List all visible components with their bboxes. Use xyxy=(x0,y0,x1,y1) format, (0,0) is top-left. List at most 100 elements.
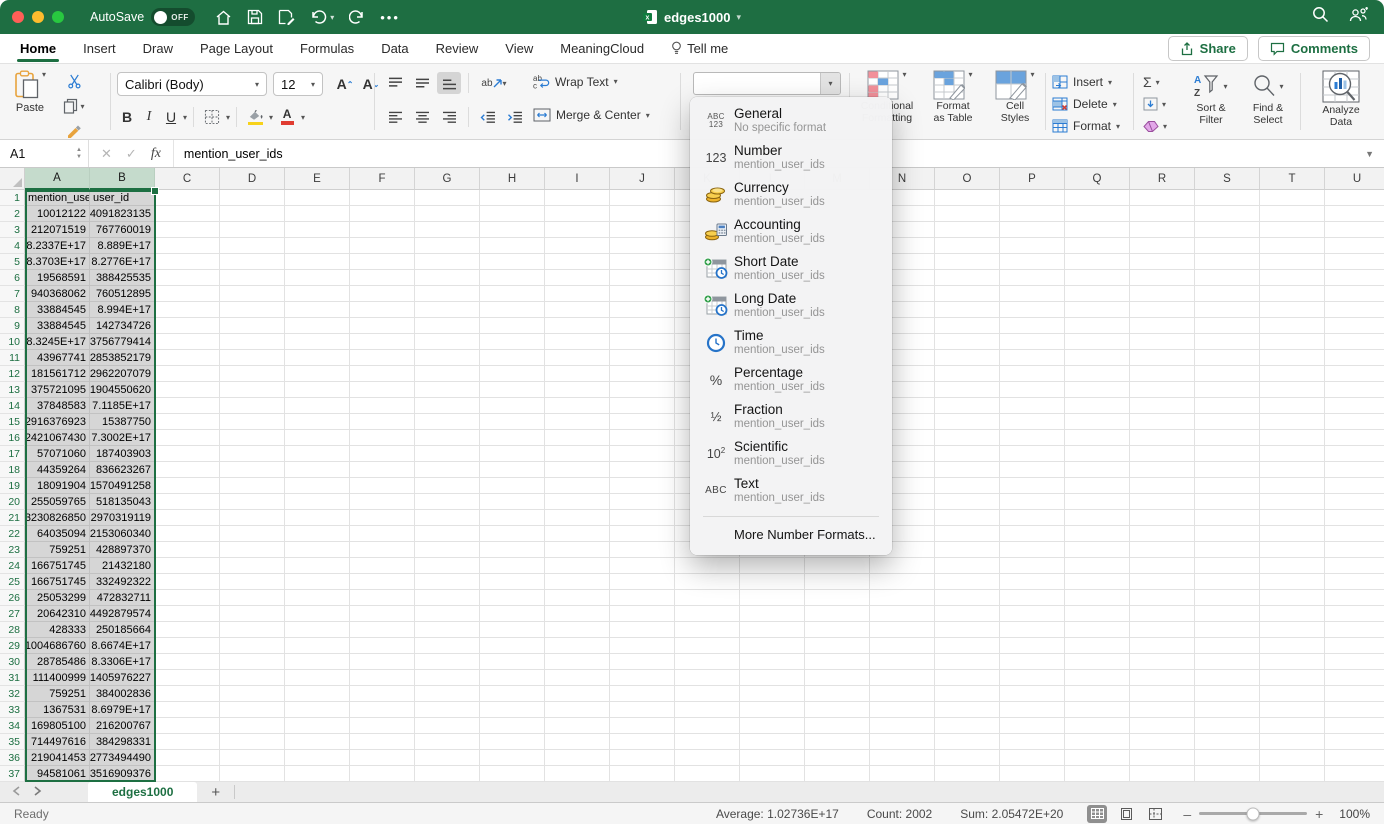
cell-C20[interactable] xyxy=(155,494,220,510)
cell-D37[interactable] xyxy=(220,766,285,782)
cell-K35[interactable] xyxy=(675,734,740,750)
cell-I19[interactable] xyxy=(545,478,610,494)
cell-G6[interactable] xyxy=(415,270,480,286)
cell-B22[interactable]: 2153060340 xyxy=(90,526,155,542)
cell-L30[interactable] xyxy=(740,654,805,670)
tab-page-layout[interactable]: Page Layout xyxy=(200,35,273,62)
cell-R31[interactable] xyxy=(1130,670,1195,686)
cell-K26[interactable] xyxy=(675,590,740,606)
cell-A17[interactable]: 57071060 xyxy=(25,446,90,462)
cell-O35[interactable] xyxy=(935,734,1000,750)
insert-chevron-icon[interactable]: ▾ xyxy=(1108,78,1112,87)
cell-F18[interactable] xyxy=(350,462,415,478)
cell-F6[interactable] xyxy=(350,270,415,286)
cell-D11[interactable] xyxy=(220,350,285,366)
cell-I21[interactable] xyxy=(545,510,610,526)
cell-O4[interactable] xyxy=(935,238,1000,254)
cell-S23[interactable] xyxy=(1195,542,1260,558)
cell-L36[interactable] xyxy=(740,750,805,766)
cell-O12[interactable] xyxy=(935,366,1000,382)
column-header-J[interactable]: J xyxy=(610,168,675,190)
row-header-18[interactable]: 18 xyxy=(0,462,25,478)
cell-E13[interactable] xyxy=(285,382,350,398)
cell-I13[interactable] xyxy=(545,382,610,398)
cell-G21[interactable] xyxy=(415,510,480,526)
cell-D8[interactable] xyxy=(220,302,285,318)
minimize-window-button[interactable] xyxy=(32,11,44,23)
cell-R28[interactable] xyxy=(1130,622,1195,638)
cell-B2[interactable]: 4091823135 xyxy=(90,206,155,222)
cell-U26[interactable] xyxy=(1325,590,1384,606)
cell-D36[interactable] xyxy=(220,750,285,766)
cell-F31[interactable] xyxy=(350,670,415,686)
cell-P25[interactable] xyxy=(1000,574,1065,590)
cell-Q31[interactable] xyxy=(1065,670,1130,686)
cell-B14[interactable]: 7.1185E+17 xyxy=(90,398,155,414)
cell-U28[interactable] xyxy=(1325,622,1384,638)
cell-T14[interactable] xyxy=(1260,398,1325,414)
cell-A13[interactable]: 375721095 xyxy=(25,382,90,398)
cell-F30[interactable] xyxy=(350,654,415,670)
cell-H31[interactable] xyxy=(480,670,545,686)
cell-Q6[interactable] xyxy=(1065,270,1130,286)
row-header-25[interactable]: 25 xyxy=(0,574,25,590)
cell-O11[interactable] xyxy=(935,350,1000,366)
borders-chevron-icon[interactable]: ▾ xyxy=(226,113,230,122)
cell-C14[interactable] xyxy=(155,398,220,414)
cell-I25[interactable] xyxy=(545,574,610,590)
cell-Q35[interactable] xyxy=(1065,734,1130,750)
align-middle-button[interactable] xyxy=(410,72,434,94)
cell-A24[interactable]: 166751745 xyxy=(25,558,90,574)
align-top-button[interactable] xyxy=(383,72,407,94)
row-header-7[interactable]: 7 xyxy=(0,286,25,302)
cell-A7[interactable]: 940368062 xyxy=(25,286,90,302)
cell-U4[interactable] xyxy=(1325,238,1384,254)
fill-color-chevron-icon[interactable]: ▾ xyxy=(269,113,273,122)
cell-T9[interactable] xyxy=(1260,318,1325,334)
cell-D27[interactable] xyxy=(220,606,285,622)
cell-S10[interactable] xyxy=(1195,334,1260,350)
cell-F1[interactable] xyxy=(350,190,415,206)
cell-G7[interactable] xyxy=(415,286,480,302)
cell-J25[interactable] xyxy=(610,574,675,590)
cell-C5[interactable] xyxy=(155,254,220,270)
cell-R12[interactable] xyxy=(1130,366,1195,382)
row-header-26[interactable]: 26 xyxy=(0,590,25,606)
cell-P33[interactable] xyxy=(1000,702,1065,718)
cell-T5[interactable] xyxy=(1260,254,1325,270)
cell-K28[interactable] xyxy=(675,622,740,638)
cell-D34[interactable] xyxy=(220,718,285,734)
cell-B6[interactable]: 388425535 xyxy=(90,270,155,286)
cell-C15[interactable] xyxy=(155,414,220,430)
cell-J19[interactable] xyxy=(610,478,675,494)
cell-P6[interactable] xyxy=(1000,270,1065,286)
borders-button[interactable] xyxy=(200,106,224,128)
cell-C27[interactable] xyxy=(155,606,220,622)
cell-T11[interactable] xyxy=(1260,350,1325,366)
search-icon[interactable] xyxy=(1312,6,1329,28)
cell-F10[interactable] xyxy=(350,334,415,350)
cell-U24[interactable] xyxy=(1325,558,1384,574)
redo-button[interactable] xyxy=(349,9,365,25)
cell-J18[interactable] xyxy=(610,462,675,478)
cell-O19[interactable] xyxy=(935,478,1000,494)
cell-R20[interactable] xyxy=(1130,494,1195,510)
cell-C28[interactable] xyxy=(155,622,220,638)
cell-T6[interactable] xyxy=(1260,270,1325,286)
cell-Q8[interactable] xyxy=(1065,302,1130,318)
cell-T32[interactable] xyxy=(1260,686,1325,702)
add-sheet-button[interactable]: + xyxy=(211,784,220,801)
cell-K31[interactable] xyxy=(675,670,740,686)
cell-H14[interactable] xyxy=(480,398,545,414)
cell-C4[interactable] xyxy=(155,238,220,254)
column-header-B[interactable]: B xyxy=(90,168,155,190)
cell-C6[interactable] xyxy=(155,270,220,286)
cell-H34[interactable] xyxy=(480,718,545,734)
cell-I9[interactable] xyxy=(545,318,610,334)
cell-R15[interactable] xyxy=(1130,414,1195,430)
cell-C2[interactable] xyxy=(155,206,220,222)
cell-Q25[interactable] xyxy=(1065,574,1130,590)
cell-C29[interactable] xyxy=(155,638,220,654)
format-menu-item-accounting[interactable]: Accountingmention_user_ids xyxy=(690,213,892,250)
cell-H6[interactable] xyxy=(480,270,545,286)
